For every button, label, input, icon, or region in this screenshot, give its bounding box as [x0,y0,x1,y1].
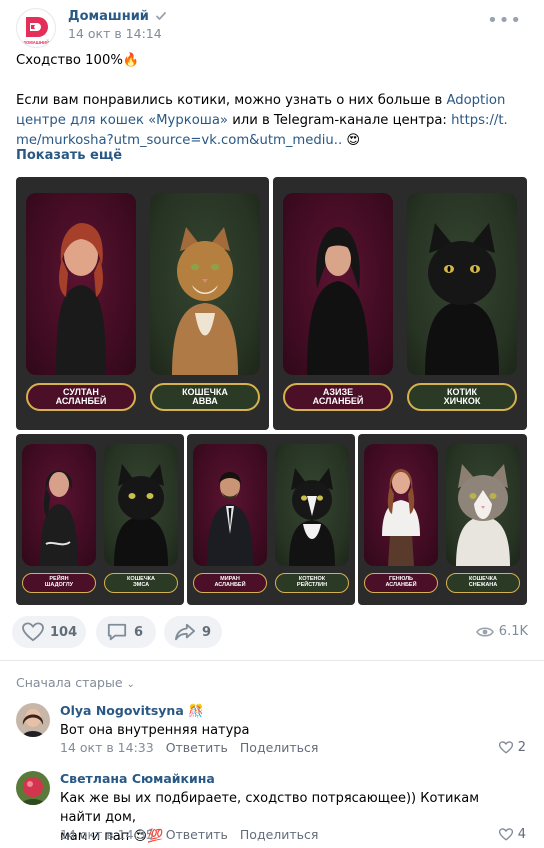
comment-author[interactable]: Светлана Сюмайкина [60,771,215,786]
collage-tile-genul[interactable]: ГЕНЮЛЬ АСЛАНБЕЙ КОШЕЧКА СНЕЖАНА [358,434,527,605]
avatar[interactable] [16,771,50,805]
person-label: МИРАН АСЛАНБЕЙ [193,573,267,593]
more-icon[interactable]: ••• [487,10,522,31]
comment-author[interactable]: Olya Nogovitsyna 🎊 [60,703,204,719]
cat-photo [150,193,260,375]
person-label: АЗИЗЕ АСЛАНБЕЙ [283,383,393,411]
reply-button[interactable]: Ответить [166,740,228,755]
comment-meta: 14 окт в 14:33 Ответить Поделиться [60,740,318,755]
cat-label: КОШЕЧКА СНЕЖАНА [446,573,520,593]
cat-label: КОТИК ХИЧКОК [407,383,517,411]
share-button[interactable]: 9 [164,616,222,648]
share-icon [175,623,195,641]
eye-icon [475,626,494,637]
person-label: ГЕНЮЛЬ АСЛАНБЕЙ [364,573,438,593]
person-photo [26,193,136,375]
comment-item: Светлана Сюмайкина Как же вы их подбирае… [16,771,528,847]
show-more-link[interactable]: Показать ещё [16,148,122,163]
chevron-down-icon: ⌄ [126,679,135,690]
cat-photo [446,444,520,566]
post-text-line1: Сходство 100%🔥 [16,53,140,68]
post-header: ДОМАШНИЙ Домашний 14 окт в 14:14 ••• [16,8,528,48]
comment-date[interactable]: 14 окт в 14:35 [60,827,154,842]
cat-label: КОШЕЧКА ЭМСА [104,573,178,593]
post-image-collage[interactable]: СУЛТАН АСЛАНБЕЙ КОШЕЧКА АВВА АЗИЗЕ АСЛАН… [16,177,527,605]
person-photo [364,444,438,566]
comment-text: Вот она внутренняя натура [60,723,250,738]
heart-icon [22,622,44,642]
heart-icon [498,828,513,841]
person-label: СУЛТАН АСЛАНБЕЙ [26,383,136,411]
comment-icon [107,623,127,641]
post-date[interactable]: 14 окт в 14:14 [68,26,162,41]
comment-date[interactable]: 14 окт в 14:33 [60,740,154,755]
person-label: РЕЙЯН ШАДОГЛУ [22,573,96,593]
comment-like-button[interactable]: 4 [498,827,526,842]
comments-sort-dropdown[interactable]: Сначала старые ⌄ [16,675,135,690]
comment-like-button[interactable]: 2 [498,740,526,755]
logo-text: ДОМАШНИЙ [23,40,49,45]
comment-button[interactable]: 6 [96,616,156,648]
comment-item: Olya Nogovitsyna 🎊 Вот она внутренняя на… [16,703,528,759]
share-count: 9 [202,624,212,640]
views-count: 6.1K [498,624,528,639]
cat-label: КОШЕЧКА АВВА [150,383,260,411]
post: ДОМАШНИЙ Домашний 14 окт в 14:14 ••• Схо… [0,0,544,848]
like-count: 104 [50,624,78,640]
post-text-body: Если вам понравились котики, можно узнат… [16,93,508,148]
collage-tile-sultan[interactable]: СУЛТАН АСЛАНБЕЙ КОШЕЧКА АВВА [16,177,269,430]
comment-meta: 14 окт в 14:35 Ответить Поделиться [60,827,318,842]
collage-tile-miran[interactable]: МИРАН АСЛАНБЕЙ КОТЕНОК РЕЙСТЛИН [187,434,355,605]
group-avatar[interactable]: ДОМАШНИЙ [16,8,56,48]
views-counter: 6.1K [475,624,528,639]
collage-tile-reyyan[interactable]: РЕЙЯН ШАДОГЛУ КОШЕЧКА ЭМСА [16,434,184,605]
reply-button[interactable]: Ответить [166,827,228,842]
heart-icon [498,741,513,754]
person-photo [283,193,393,375]
person-photo [193,444,267,566]
divider [0,660,544,661]
comment-count: 6 [134,624,144,640]
person-photo [22,444,96,566]
share-comment-button[interactable]: Поделиться [240,740,319,755]
verified-icon [156,12,166,20]
cat-photo [407,193,517,375]
collage-tile-azize[interactable]: АЗИЗЕ АСЛАНБЕЙ КОТИК ХИЧКОК [273,177,527,430]
group-name[interactable]: Домашний [68,9,149,24]
share-comment-button[interactable]: Поделиться [240,827,319,842]
avatar[interactable] [16,703,50,737]
cat-label: КОТЕНОК РЕЙСТЛИН [275,573,349,593]
like-button[interactable]: 104 [12,616,86,648]
cat-photo [275,444,349,566]
cat-photo [104,444,178,566]
